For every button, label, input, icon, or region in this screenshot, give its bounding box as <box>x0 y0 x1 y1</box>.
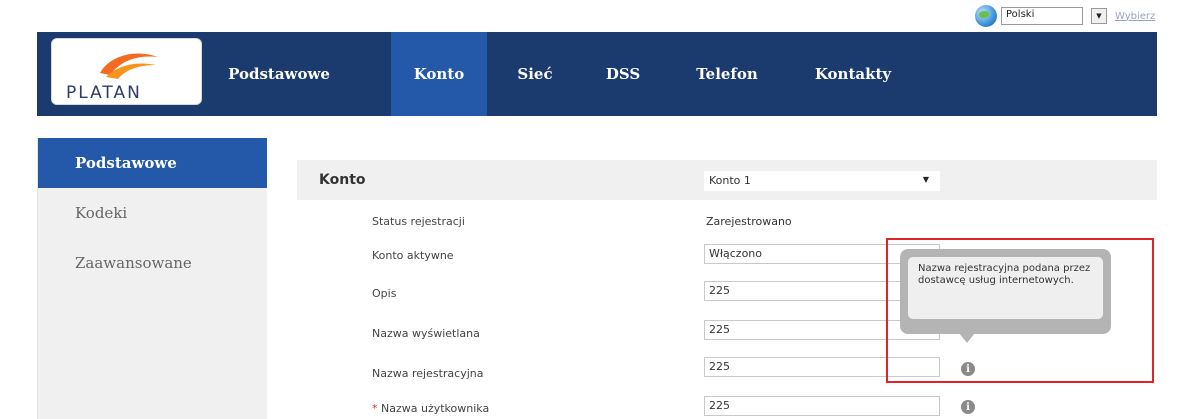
nav-tab-dss[interactable]: DSS <box>603 32 643 116</box>
logo-swoosh-icon <box>100 53 158 79</box>
registration-name-label: Nazwa rejestracyjna <box>372 367 484 380</box>
nav-tab-siec[interactable]: Sieć <box>515 32 555 116</box>
select-language-link[interactable]: Wybierz <box>1115 11 1155 22</box>
language-bar: Polski ▼ Wybierz <box>975 5 1155 27</box>
registration-status-value: Zarejestrowano <box>706 215 792 228</box>
top-navigation-bar: PLATAN Podstawowe Konto Sieć DSS Telefon… <box>37 32 1157 116</box>
section-title: Konto <box>319 172 366 188</box>
required-mark: * <box>372 402 378 415</box>
sidebar-item-zaawansowane[interactable]: Zaawansowane <box>38 238 267 288</box>
globe-icon <box>975 5 997 27</box>
username-input[interactable]: 225 <box>704 396 940 416</box>
account-select-value: Konto 1 <box>709 174 751 187</box>
description-label: Opis <box>372 287 397 300</box>
username-label-text: Nazwa użytkownika <box>381 402 490 415</box>
platan-logo: PLATAN <box>51 38 202 105</box>
display-name-value: 225 <box>709 323 730 336</box>
chevron-down-icon: ▼ <box>1096 12 1102 20</box>
nav-tab-kontakty[interactable]: Kontakty <box>813 32 893 116</box>
account-select[interactable]: Konto 1 ▼ <box>704 171 940 191</box>
username-label: * Nazwa użytkownika <box>372 402 489 415</box>
highlight-annotation <box>886 238 1154 383</box>
language-select-value: Polski <box>1006 9 1035 20</box>
language-dropdown-button[interactable]: ▼ <box>1091 8 1107 24</box>
sidebar-item-kodeki[interactable]: Kodeki <box>38 188 267 238</box>
display-name-label: Nazwa wyświetlana <box>372 327 480 340</box>
nav-tab-konto[interactable]: Konto <box>391 32 487 116</box>
nav-tab-podstawowe[interactable]: Podstawowe <box>228 32 330 116</box>
account-section-header: Konto Konto 1 ▼ <box>297 160 1157 200</box>
description-value: 225 <box>709 284 730 297</box>
sidebar-item-podstawowe[interactable]: Podstawowe <box>38 138 267 188</box>
nav-tab-telefon[interactable]: Telefon <box>692 32 762 116</box>
account-active-value: Włączono <box>709 247 762 260</box>
chevron-down-icon: ▼ <box>922 175 929 184</box>
sidebar: Podstawowe Kodeki Zaawansowane <box>37 138 267 419</box>
registration-status-label: Status rejestracji <box>372 215 465 228</box>
registration-name-value: 225 <box>709 360 730 373</box>
account-active-label: Konto aktywne <box>372 249 454 262</box>
info-icon[interactable]: i <box>961 400 975 414</box>
logo-text: PLATAN <box>66 83 142 103</box>
username-value: 225 <box>709 399 730 412</box>
language-select[interactable]: Polski <box>1001 7 1083 25</box>
